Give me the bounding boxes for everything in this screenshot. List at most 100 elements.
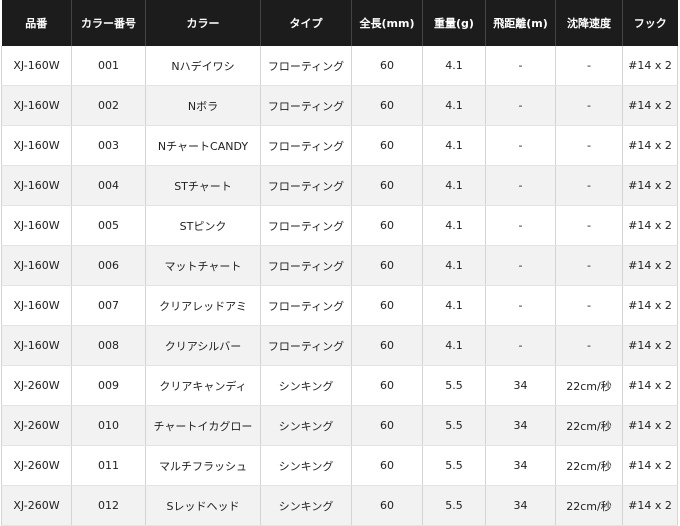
- cell-sink-rate: -: [555, 125, 623, 166]
- cell-length: 60: [351, 485, 423, 526]
- cell-color-number: 009: [71, 365, 146, 406]
- cell-color-number: 012: [71, 485, 146, 526]
- table-row: XJ-160W 003 NチャートCANDY フローティング 60 4.1- - #14 x …: [1, 125, 678, 166]
- cell-type: フローティング: [260, 325, 352, 366]
- cell-sink-rate: -: [555, 165, 623, 206]
- cell-type: フローティング: [260, 165, 352, 206]
- table-row: XJ-260W 009 クリアキャンディ シンキング 60 5.5 34 22cm/秒 #14 …: [1, 365, 678, 406]
- cell-sink-rate: 22cm/秒: [555, 405, 623, 446]
- cell-length: 60: [351, 365, 423, 406]
- cell-color-number: 006: [71, 245, 146, 286]
- cell-weight: 5.5: [422, 485, 486, 526]
- cell-length: 60: [351, 205, 423, 246]
- table-row: XJ-160W 005 STピンク フローティング 60 4.1- - #14 x 2: [1, 205, 678, 246]
- cell-length: 60: [351, 85, 423, 126]
- cell-distance: 34: [485, 365, 556, 406]
- cell-hook: #14 x 2: [622, 165, 678, 206]
- cell-type: フローティング: [260, 205, 352, 246]
- header-length: 全長(mm): [351, 0, 423, 46]
- cell-product-code: XJ-160W: [1, 205, 72, 246]
- table-header-row: 品番 カラー番号 カラー タイプ 全長(mm) 重量(g) 飛距離(m) 沈降速…: [1, 0, 678, 46]
- cell-weight: 4.1: [422, 85, 486, 126]
- cell-distance: -: [485, 85, 556, 126]
- cell-distance: -: [485, 325, 556, 366]
- cell-distance: -: [485, 205, 556, 246]
- cell-weight: 4.1: [422, 46, 486, 86]
- cell-weight: 5.5: [422, 445, 486, 486]
- cell-color: STチャート: [145, 165, 261, 206]
- cell-distance: -: [485, 46, 556, 86]
- cell-hook: #14 x 2: [622, 285, 678, 326]
- cell-distance: -: [485, 245, 556, 286]
- cell-color: Nハデイワシ: [145, 46, 261, 86]
- cell-weight: 4.1: [422, 165, 486, 206]
- cell-length: 60: [351, 405, 423, 446]
- cell-sink-rate: -: [555, 325, 623, 366]
- cell-color-number: 001: [71, 46, 146, 86]
- cell-color: マットチャート: [145, 245, 261, 286]
- cell-color: Nボラ: [145, 85, 261, 126]
- cell-sink-rate: 22cm/秒: [555, 365, 623, 406]
- cell-color-number: 003: [71, 125, 146, 166]
- cell-sink-rate: -: [555, 205, 623, 246]
- cell-length: 60: [351, 165, 423, 206]
- cell-length: 60: [351, 285, 423, 326]
- table-row: XJ-260W 012 Sレッドヘッド シンキング 60 5.5 34 22cm/秒 #14 x…: [1, 485, 678, 526]
- cell-sink-rate: -: [555, 245, 623, 286]
- cell-hook: #14 x 2: [622, 85, 678, 126]
- cell-hook: #14 x 2: [622, 485, 678, 526]
- cell-type: シンキング: [260, 405, 352, 446]
- cell-sink-rate: -: [555, 46, 623, 86]
- cell-color-number: 008: [71, 325, 146, 366]
- cell-weight: 5.5: [422, 365, 486, 406]
- cell-distance: -: [485, 285, 556, 326]
- cell-type: フローティング: [260, 245, 352, 286]
- header-distance: 飛距離(m): [485, 0, 556, 46]
- cell-product-code: XJ-260W: [1, 405, 72, 446]
- cell-color: Sレッドヘッド: [145, 485, 261, 526]
- cell-product-code: XJ-160W: [1, 245, 72, 286]
- cell-color: NチャートCANDY: [145, 125, 261, 166]
- table-row: XJ-160W 007 クリアレッドアミ フローティング 60 4.1- - #14 x 2: [1, 285, 678, 326]
- cell-length: 60: [351, 125, 423, 166]
- cell-weight: 4.1: [422, 285, 486, 326]
- cell-length: 60: [351, 46, 423, 86]
- cell-distance: -: [485, 165, 556, 206]
- cell-weight: 4.1: [422, 125, 486, 166]
- cell-type: フローティング: [260, 85, 352, 126]
- cell-product-code: XJ-260W: [1, 485, 72, 526]
- cell-color: STピンク: [145, 205, 261, 246]
- cell-type: フローティング: [260, 46, 352, 86]
- cell-hook: #14 x 2: [622, 125, 678, 166]
- cell-color: クリアシルバー: [145, 325, 261, 366]
- table-row: XJ-160W 004 STチャート フローティング 60 4.1- - #14 x 2: [1, 165, 678, 206]
- table-row: XJ-160W 002 Nボラ フローティング 60 4.1- - #14 x 2: [1, 85, 678, 126]
- cell-hook: #14 x 2: [622, 205, 678, 246]
- spec-table: 品番 カラー番号 カラー タイプ 全長(mm) 重量(g) 飛距離(m) 沈降速…: [1, 0, 678, 526]
- cell-hook: #14 x 2: [622, 405, 678, 446]
- cell-weight: 4.1: [422, 205, 486, 246]
- cell-product-code: XJ-160W: [1, 325, 72, 366]
- cell-hook: #14 x 2: [622, 445, 678, 486]
- cell-sink-rate: -: [555, 85, 623, 126]
- cell-color: クリアレッドアミ: [145, 285, 261, 326]
- cell-length: 60: [351, 325, 423, 366]
- header-product-code: 品番: [1, 0, 72, 46]
- cell-product-code: XJ-160W: [1, 125, 72, 166]
- cell-distance: 34: [485, 485, 556, 526]
- table-row: XJ-160W 006 マットチャート フローティング 60 4.1- - #14 x 2: [1, 245, 678, 286]
- cell-hook: #14 x 2: [622, 245, 678, 286]
- cell-product-code: XJ-160W: [1, 46, 72, 86]
- table-row: XJ-160W 008 クリアシルバー フローティング 60 4.1- - #14 x 2: [1, 325, 678, 366]
- cell-type: フローティング: [260, 125, 352, 166]
- cell-length: 60: [351, 445, 423, 486]
- cell-product-code: XJ-160W: [1, 285, 72, 326]
- cell-color: マルチフラッシュ: [145, 445, 261, 486]
- header-type: タイプ: [260, 0, 352, 46]
- cell-color-number: 010: [71, 405, 146, 446]
- header-color: カラー: [145, 0, 261, 46]
- cell-color-number: 005: [71, 205, 146, 246]
- cell-color: チャートイカグロー: [145, 405, 261, 446]
- cell-type: シンキング: [260, 365, 352, 406]
- cell-hook: #14 x 2: [622, 365, 678, 406]
